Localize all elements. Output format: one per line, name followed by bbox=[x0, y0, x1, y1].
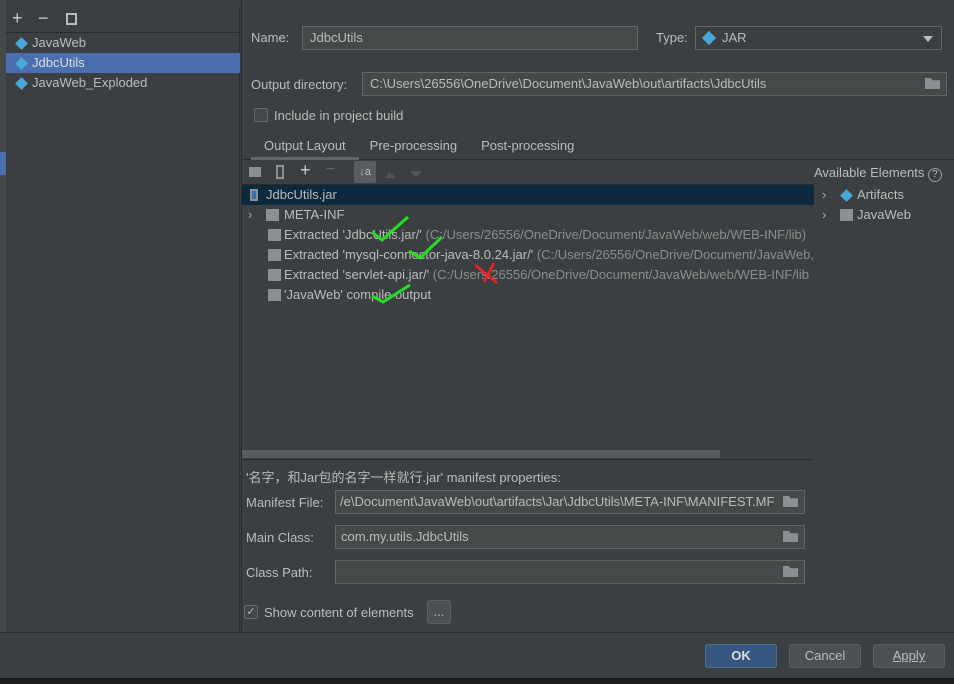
folder-icon[interactable] bbox=[783, 531, 798, 542]
apply-button[interactable]: Apply bbox=[873, 644, 945, 668]
manifest-title: '名字，和Jar包的名字一样就行.jar' manifest propertie… bbox=[246, 470, 561, 485]
check-mark bbox=[371, 283, 411, 304]
chevron-right-icon[interactable]: › bbox=[822, 185, 826, 205]
module-icon bbox=[840, 209, 853, 221]
cancel-button[interactable]: Cancel bbox=[789, 644, 861, 668]
main-class-label: Main Class: bbox=[246, 530, 314, 545]
check-mark bbox=[408, 235, 444, 260]
more-button[interactable]: ... bbox=[427, 600, 451, 624]
bottom-divider bbox=[0, 632, 954, 633]
manifest-divider bbox=[242, 459, 812, 460]
available-item-label: JavaWeb bbox=[857, 207, 911, 222]
folder-icon[interactable] bbox=[783, 496, 798, 507]
class-path-label: Class Path: bbox=[246, 565, 313, 580]
artifacts-icon bbox=[840, 189, 853, 202]
folder-icon[interactable] bbox=[783, 566, 798, 577]
class-path-input[interactable] bbox=[335, 560, 805, 584]
available-item[interactable]: › JavaWeb bbox=[818, 205, 911, 225]
check-mark bbox=[371, 215, 409, 242]
background-strip bbox=[0, 678, 954, 684]
available-item[interactable]: › Artifacts bbox=[818, 185, 904, 205]
manifest-file-input[interactable]: /e\Document\JavaWeb\out\artifacts\Jar\Jd… bbox=[335, 490, 805, 514]
show-content-checkbox[interactable]: ✓ bbox=[244, 605, 258, 619]
available-item-label: Artifacts bbox=[857, 187, 904, 202]
show-content-label: Show content of elements bbox=[264, 605, 414, 620]
cross-mark bbox=[474, 262, 498, 284]
chevron-right-icon[interactable]: › bbox=[822, 205, 826, 225]
available-elements-title: Available Elements ? bbox=[814, 165, 942, 182]
help-icon[interactable]: ? bbox=[927, 168, 942, 182]
manifest-file-label: Manifest File: bbox=[246, 495, 324, 510]
ok-button[interactable]: OK bbox=[705, 644, 777, 668]
main-class-input[interactable]: com.my.utils.JdbcUtils bbox=[335, 525, 805, 549]
